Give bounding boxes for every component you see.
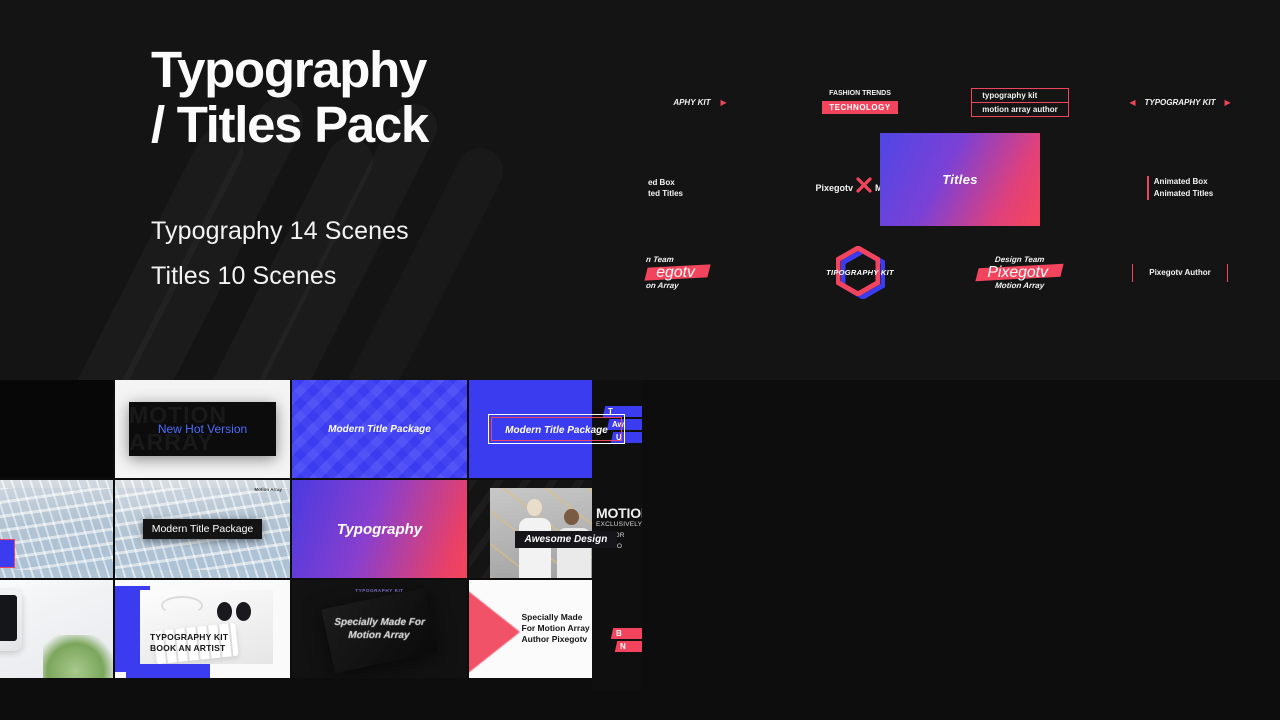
grid-item-specially-made-dark[interactable]: TYPOGRAPHY KIT Specially Made For Motion… <box>292 580 467 678</box>
chevron-right-icon: ▶ <box>1224 98 1231 107</box>
grid-item-label-line3: Author Pixegotv <box>521 634 588 645</box>
board-item-label-line1: ed Box <box>648 177 675 187</box>
hero-text-block: Typography / Titles Pack Typography 14 S… <box>151 41 429 299</box>
grid-item-label: Typography <box>336 520 423 538</box>
slash-stack: n Team egotv on Array <box>644 254 711 291</box>
desk-photo <box>0 580 113 678</box>
grid-item-small-label: TYPOGRAPHY KIT <box>355 587 404 593</box>
board-item-label-line1: FASHION TRENDS <box>829 90 891 97</box>
mid-motion-line1: MOTION <box>596 505 642 521</box>
outlined-box: typography kit motion array author <box>971 88 1069 117</box>
grid-item-new-hot-version[interactable]: MOTION ARRAY New Hot Version <box>115 380 290 478</box>
top-section: Typography / Titles Pack Typography 14 S… <box>0 0 1280 380</box>
subtitle-line2: Titles 10 Scenes <box>151 262 337 290</box>
board-item-animated-box[interactable]: Animated Box Animated Titles <box>1100 145 1260 230</box>
board-item-label: TIPOGRAPHY KIT <box>826 267 894 277</box>
board-item-label-line2: Pixegotv <box>987 264 1049 281</box>
thumbnail-grid: n Array MOTION ARRAY New Hot Version Mod… <box>0 380 640 690</box>
grid-item-corner-label: Motion Array <box>254 487 282 492</box>
board-item-design-team-right[interactable]: Design Team Pixegotv Motion Array <box>1260 230 1280 315</box>
blue-red-shape <box>0 538 15 569</box>
board-item-titles-gradient[interactable]: Titles <box>880 133 1040 226</box>
grid-item-label: New Hot Version <box>157 422 248 436</box>
grid-item-label: Awesome Design <box>514 530 618 548</box>
board-item-label-line1: Animated Box <box>1153 176 1208 186</box>
board-item-pixegotv-author[interactable]: Pixegotv Author <box>1100 230 1260 315</box>
board-item-typography-kit[interactable]: APHY KIT ▶ <box>620 60 780 145</box>
page-title-line1: Typography <box>151 41 427 98</box>
grid-item-label-line2: BOOK AN ARTIST <box>150 643 226 654</box>
phone-mockup <box>0 589 22 651</box>
board-item-animated-box-left[interactable]: ed Box ted Titles <box>620 145 780 230</box>
grid-item-label-line2: For Motion Array <box>521 623 590 634</box>
grid-item-typography-kit-book[interactable]: TYPOGRAPHY KIT BOOK AN ARTIST <box>115 580 290 678</box>
grid-item-label: Modern Title Package <box>142 519 263 539</box>
x-cross-icon <box>855 176 873 199</box>
blue-bar-bottom <box>125 662 210 678</box>
board-item-label: APHY KIT <box>673 98 711 107</box>
board-item-titles-pack[interactable]: & Titles Pack Pixegotv <box>1260 60 1280 145</box>
grid-item-label-group: TYPOGRAPHY KIT BOOK AN ARTIST <box>150 632 228 654</box>
office-photo <box>0 480 113 578</box>
grid-item-partial-left[interactable]: n Array <box>0 380 113 478</box>
board-item-label: TYPOGRAPHY KIT <box>1144 98 1216 107</box>
bottom-section: n Array MOTION ARRAY New Hot Version Mod… <box>0 380 1280 720</box>
board-item-label: Pixegotv Author <box>1149 268 1211 277</box>
mid-bar-label: B <box>616 629 622 638</box>
play-triangle-icon <box>469 585 520 678</box>
mockup-frame: MOTION ARRAY New Hot Version <box>129 401 276 457</box>
board-item-label-line2: egotv <box>656 264 695 281</box>
board-item-label-line3: on Array <box>645 281 680 290</box>
grid-item-office-partial[interactable] <box>0 480 113 578</box>
mid-bar-label: N <box>620 642 626 651</box>
mid-red-bar-2[interactable]: N <box>614 641 642 652</box>
grid-item-typography-gradient[interactable]: Typography <box>292 480 467 578</box>
grid-item-label-line1: Specially Made <box>521 612 583 623</box>
subtitle-line1: Typography 14 Scenes <box>151 217 409 245</box>
board-item-label-line3: Motion Array <box>994 281 1045 290</box>
board-item-design-team-left[interactable]: n Team egotv on Array <box>620 230 780 315</box>
grid-item-modern-title-chevrons[interactable]: Modern Title Package <box>292 380 467 478</box>
divider-right <box>1226 263 1228 282</box>
page-subtitle: Typography 14 Scenes Titles 10 Scenes <box>151 209 428 299</box>
chevron-right-icon: ▶ <box>720 98 727 107</box>
page-title: Typography / Titles Pack <box>151 41 429 153</box>
page-title-line2: / Titles Pack <box>151 96 429 153</box>
box-line2: motion array author <box>982 105 1058 114</box>
divider-left <box>1132 263 1134 282</box>
grid-item-desk-partial[interactable] <box>0 580 113 678</box>
plant-decoration <box>43 634 113 678</box>
board-item-label-line2: TECHNOLOGY <box>822 101 898 114</box>
slash-stack: Design Team Pixegotv Motion Array <box>975 254 1065 291</box>
grid-item-label: Modern Title Package <box>505 425 608 436</box>
board-item-label-left: Pixegotv <box>815 182 853 193</box>
mid-motion-line2: EXCLUSIVELY M <box>596 521 642 528</box>
mid-red-bar-1[interactable]: B <box>610 628 642 639</box>
board-item-tipography-kit-hex[interactable]: TIPOGRAPHY KIT <box>780 230 940 315</box>
box-line1: typography kit <box>972 89 1068 103</box>
grid-item-label-line1: TYPOGRAPHY KIT <box>150 632 229 643</box>
board-item-label-line2: ted Titles <box>648 188 683 198</box>
grid-item-label-group: Specially Made For Motion Array Author P… <box>522 612 590 645</box>
grid-item-label-line2: Motion Array <box>348 630 411 641</box>
grid-item-label-line1: Specially Made For <box>334 617 426 628</box>
grid-item-label: Modern Title Package <box>328 423 431 435</box>
board-item-design-team-center[interactable]: Design Team Pixegotv Motion Array <box>940 230 1100 315</box>
board-item-typography-kit-arrows[interactable]: ◀ TYPOGRAPHY KIT ▶ <box>1100 60 1260 145</box>
board-item-label-group: Animated Box Animated Titles <box>1146 175 1214 200</box>
board-item-customize-creative[interactable]: CUSTOMIZE CREATIVE PIXEGOTV <box>1260 145 1280 230</box>
board-item-label: Titles <box>942 172 978 187</box>
board-item-label-line2: Animated Titles <box>1153 188 1214 198</box>
grid-item-modern-title-office[interactable]: Motion Array Modern Title Package <box>115 480 290 578</box>
chevron-left-icon: ◀ <box>1129 98 1136 107</box>
grid-item-label-group: Specially Made For Motion Array <box>334 616 426 642</box>
